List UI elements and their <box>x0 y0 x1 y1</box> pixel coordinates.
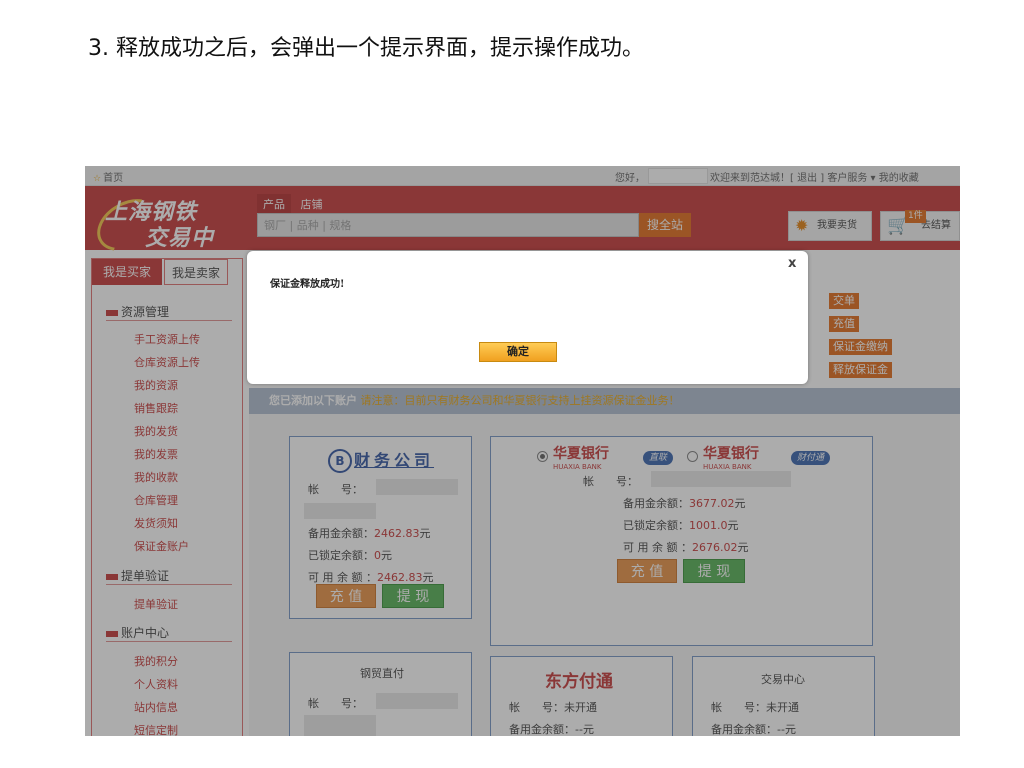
screenshot: ☆ 首页 您好， 欢迎来到范达城！[ 退出 ] 客户服务 ▾ 我的收藏 上海钢铁 … <box>85 166 960 736</box>
step-instruction: 3. 释放成功之后，会弹出一个提示界面，提示操作成功。 <box>88 36 644 61</box>
ok-button[interactable]: 确定 <box>479 342 557 362</box>
close-icon[interactable]: x <box>788 256 796 271</box>
dialog-message: 保证金释放成功! <box>270 279 345 290</box>
success-dialog: 保证金释放成功! x 确定 <box>247 251 808 384</box>
